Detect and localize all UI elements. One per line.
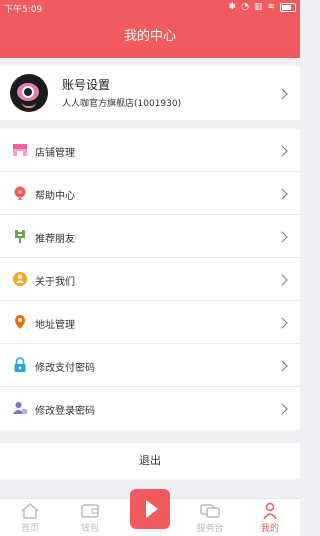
about-icon	[13, 272, 27, 286]
menu-item-address[interactable]: 地址管理	[0, 301, 300, 344]
chevron-right-icon	[276, 360, 288, 372]
menu-item-label: 帮助中心	[35, 191, 75, 202]
avatar-eye-icon	[22, 86, 34, 98]
tab-label: 服务台	[196, 524, 224, 534]
user-lock-icon	[13, 402, 27, 414]
status-icons: ✱ ◔ ▥ ≋	[229, 1, 296, 12]
chevron-right-icon	[276, 145, 288, 157]
chevron-right-icon	[276, 274, 288, 286]
chat-icon	[200, 504, 220, 518]
alarm-icon: ◔	[241, 1, 249, 12]
avatar	[10, 74, 48, 112]
menu-item-label: 修改支付密码	[35, 363, 95, 374]
status-bar: 下午5:09 ✱ ◔ ▥ ≋	[0, 0, 300, 16]
chevron-right-icon	[276, 231, 288, 243]
menu-item-label: 地址管理	[35, 320, 75, 331]
menu-item-help[interactable]: 帮助中心	[0, 172, 300, 215]
home-icon	[21, 503, 39, 519]
lock-icon	[14, 357, 26, 372]
account-settings-row[interactable]: 账号设置 人人咖官方旗舰店(1001930)	[0, 66, 300, 120]
wifi-icon: ≋	[267, 1, 275, 12]
menu-item-label: 推荐朋友	[35, 234, 75, 245]
menu-item-payment-password[interactable]: 修改支付密码	[0, 344, 300, 387]
recommend-icon	[15, 230, 25, 243]
wallet-icon	[81, 504, 99, 518]
user-icon	[263, 502, 277, 520]
logout-button[interactable]: 退出	[0, 443, 300, 479]
menu-item-store[interactable]: 店铺管理	[0, 129, 300, 172]
avatar-smile-icon	[22, 102, 36, 108]
bottom-tab-bar: 首页 钱包 服务台 我的	[0, 489, 300, 536]
account-title: 账号设置	[62, 78, 111, 92]
chevron-right-icon	[276, 188, 288, 200]
page-header: 我的中心	[0, 16, 300, 58]
chevron-right-icon	[276, 403, 288, 415]
tab-label: 首页	[20, 524, 39, 534]
store-icon	[13, 144, 27, 156]
play-button[interactable]	[130, 489, 170, 529]
menu-item-label: 修改登录密码	[35, 406, 95, 417]
signal-icon: ▥	[253, 1, 263, 12]
battery-icon	[280, 3, 296, 12]
menu-item-login-password[interactable]: 修改登录密码	[0, 387, 300, 430]
tab-wallet[interactable]: 钱包	[60, 499, 120, 536]
account-store-name: 人人咖官方旗舰店(1001930)	[62, 99, 182, 109]
tab-label: 钱包	[80, 524, 99, 534]
chevron-right-icon	[276, 317, 288, 329]
tab-home[interactable]: 首页	[0, 499, 60, 536]
menu-item-label: 店铺管理	[35, 148, 75, 159]
menu-item-recommend[interactable]: 推荐朋友	[0, 215, 300, 258]
tab-label: 我的	[260, 524, 279, 534]
chevron-right-icon	[276, 88, 288, 100]
page-title: 我的中心	[123, 29, 176, 44]
bluetooth-icon: ✱	[228, 1, 237, 12]
menu-item-label: 关于我们	[35, 277, 75, 288]
tab-service-desk[interactable]: 服务台	[180, 499, 240, 536]
menu-item-about[interactable]: 关于我们	[0, 258, 300, 301]
settings-menu: 店铺管理 帮助中心 推荐朋友 关于我们 地址管理 修改支付密码 修改登录密码	[0, 129, 300, 430]
status-time: 下午5:09	[4, 5, 43, 15]
help-icon	[14, 186, 26, 200]
tab-mine[interactable]: 我的	[240, 499, 300, 536]
location-icon	[15, 315, 25, 329]
